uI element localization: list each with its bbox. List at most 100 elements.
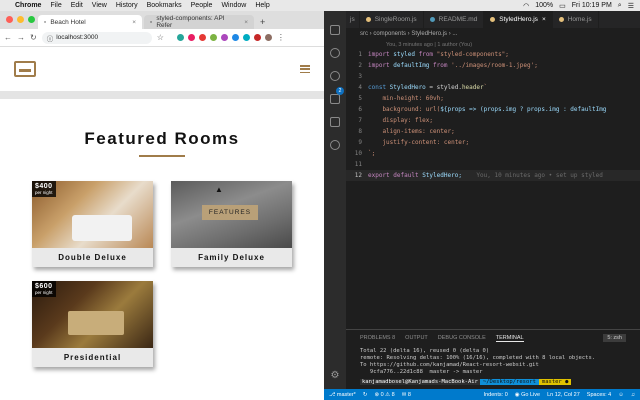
js-file-icon [490, 17, 496, 22]
extension-icon[interactable] [176, 34, 184, 41]
hotel-logo-icon[interactable] [14, 61, 36, 77]
code-text: align-items: center; [368, 128, 455, 135]
bookmark-star-icon[interactable]: ☆ [157, 33, 164, 42]
tab-home[interactable]: Home.js [553, 11, 599, 28]
search-icon[interactable] [330, 48, 340, 58]
extension-icon[interactable] [209, 34, 217, 41]
tab-terminal[interactable]: TERMINAL [495, 335, 524, 342]
browser-tab-beach-hotel[interactable]: ▫ Beach Hotel × [38, 15, 142, 29]
indents-status[interactable]: Indents: 0 [484, 392, 508, 398]
clock[interactable]: Fri 10:19 PM [572, 2, 612, 9]
terminal-output[interactable]: Total 22 (delta 16), reused 0 (delta 0) r… [346, 346, 640, 378]
address-url: localhost:3000 [56, 34, 99, 41]
close-window-button[interactable] [6, 16, 13, 23]
breadcrumb[interactable]: src › components › StyledHero.js › ... [360, 31, 457, 37]
cursor-position[interactable]: Ln 12, Col 27 [547, 392, 580, 398]
warning-count: 8 [391, 391, 395, 398]
terminal-prompt[interactable]: kanjamadbosel@Kanjamads-MacBook-Air ~/De… [346, 379, 640, 385]
menu-edit[interactable]: Edit [71, 2, 83, 9]
code-line: 9 justify-content: center; [346, 137, 640, 148]
menu-list-icon[interactable]: ☰ [628, 2, 634, 10]
tab-singleroom[interactable]: SingleRoom.js [360, 11, 424, 28]
search-icon[interactable]: ⌕ [618, 2, 622, 10]
feedback-icon[interactable]: ☺ [618, 392, 624, 398]
back-icon[interactable]: ← [4, 33, 12, 42]
debug-icon[interactable] [330, 94, 340, 104]
menu-app-name[interactable]: Chrome [15, 2, 41, 9]
section-title: Featured Rooms [84, 129, 240, 148]
menu-bookmarks[interactable]: Bookmarks [147, 2, 182, 9]
sync-icon[interactable]: ↻ [363, 392, 368, 398]
new-tab-button[interactable]: + [256, 17, 269, 29]
menu-history[interactable]: History [116, 2, 138, 9]
menu-file[interactable]: File [50, 2, 61, 9]
extension-icon[interactable] [198, 34, 206, 41]
menu-people[interactable]: People [191, 2, 213, 9]
menu-help[interactable]: Help [255, 2, 269, 9]
price-tag: $400 per night [32, 181, 56, 197]
minimize-window-button[interactable] [17, 16, 24, 23]
room-card[interactable]: FEATURES ▲ Family Deluxe [171, 181, 292, 267]
address-bar[interactable]: ⓘ localhost:3000 [41, 31, 152, 44]
info-icon: ⓘ [46, 35, 54, 43]
source-control-icon[interactable] [330, 71, 340, 81]
notification-status[interactable]: ✉ 8 [402, 392, 411, 398]
indentation-status[interactable]: Spaces: 4 [587, 392, 611, 398]
profile-avatar[interactable] [264, 34, 272, 41]
terminal-select[interactable]: 5: zsh [603, 334, 626, 342]
extension-icon[interactable] [231, 34, 239, 41]
room-card[interactable]: $600 per night Presidential [32, 281, 153, 367]
extensions-icon[interactable] [330, 117, 340, 127]
line-number: 5 [358, 95, 362, 102]
bed-shape [72, 215, 132, 241]
tab-output[interactable]: OUTPUT [405, 335, 428, 341]
git-branch-status[interactable]: ⎇ master* [329, 392, 356, 398]
code-line-current: 12 export default StyledHero; You, 10 min… [346, 170, 640, 181]
history-icon[interactable] [330, 140, 340, 150]
tab-readme[interactable]: README.md [424, 11, 485, 28]
problems-status[interactable]: ⊗ 0 ⚠ 8 [374, 392, 394, 398]
menu-view[interactable]: View [92, 2, 107, 9]
code-text: export default StyledHero; You, 10 minut… [368, 172, 603, 179]
tab-debug-console[interactable]: DEBUG CONSOLE [438, 335, 486, 341]
codelens-blame[interactable]: You, 3 minutes ago | 1 author (You) [386, 42, 472, 48]
close-tab-icon[interactable]: × [132, 19, 136, 26]
zoom-window-button[interactable] [28, 16, 35, 23]
line-number: 8 [358, 128, 362, 135]
extension-icon[interactable] [253, 34, 261, 41]
token: ` [483, 84, 488, 91]
reload-icon[interactable]: ↻ [30, 33, 37, 42]
more-menu-icon[interactable]: ⋮ [277, 33, 285, 42]
bell-icon[interactable]: ♫ [631, 392, 635, 398]
token: header [461, 84, 484, 91]
website-viewport: Featured Rooms $400 per night Double Del… [0, 47, 324, 400]
token: export default [368, 172, 419, 179]
menu-window[interactable]: Window [221, 2, 246, 9]
tab-title: styled-components: API Refer [156, 15, 225, 29]
close-tab-icon[interactable]: × [244, 19, 248, 26]
forward-icon[interactable]: → [17, 33, 25, 42]
token: "styled-components"; [433, 51, 509, 58]
hamburger-menu-icon[interactable] [300, 65, 310, 73]
tab-problems[interactable]: PROBLEMS 8 [360, 335, 395, 341]
settings-gear-icon[interactable]: ⚙ [331, 370, 340, 381]
code-editor[interactable]: 1 import styled from "styled-components";… [346, 49, 640, 199]
editor-tabs: js SingleRoom.js README.md StyledHero.js… [346, 11, 640, 28]
features-button[interactable]: FEATURES [202, 205, 258, 220]
inline-blame-text: You, 10 minutes ago • set up styled [476, 172, 603, 179]
extension-icon[interactable] [242, 34, 250, 41]
extension-icon[interactable] [187, 34, 195, 41]
room-card[interactable]: $400 per night Double Deluxe [32, 181, 153, 267]
extension-icon[interactable] [220, 34, 228, 41]
tab-title: Beach Hotel [50, 18, 86, 26]
tab-styledhero[interactable]: StyledHero.js × [484, 11, 553, 28]
browser-tab-styled-components[interactable]: ▫ styled-components: API Refer × [144, 15, 254, 29]
battery-icon[interactable]: ▭ [559, 2, 566, 10]
browser-tab-bar: ▫ Beach Hotel × ▫ styled-components: API… [0, 11, 324, 29]
close-tab-icon[interactable]: × [542, 16, 546, 23]
explorer-icon[interactable] [330, 25, 340, 35]
go-live-button[interactable]: ◉ Go Live [515, 392, 540, 398]
wifi-icon[interactable]: ◠ [523, 2, 529, 10]
code-line: 8 align-items: center; [346, 126, 640, 137]
tab-overflow[interactable]: js [346, 11, 360, 28]
